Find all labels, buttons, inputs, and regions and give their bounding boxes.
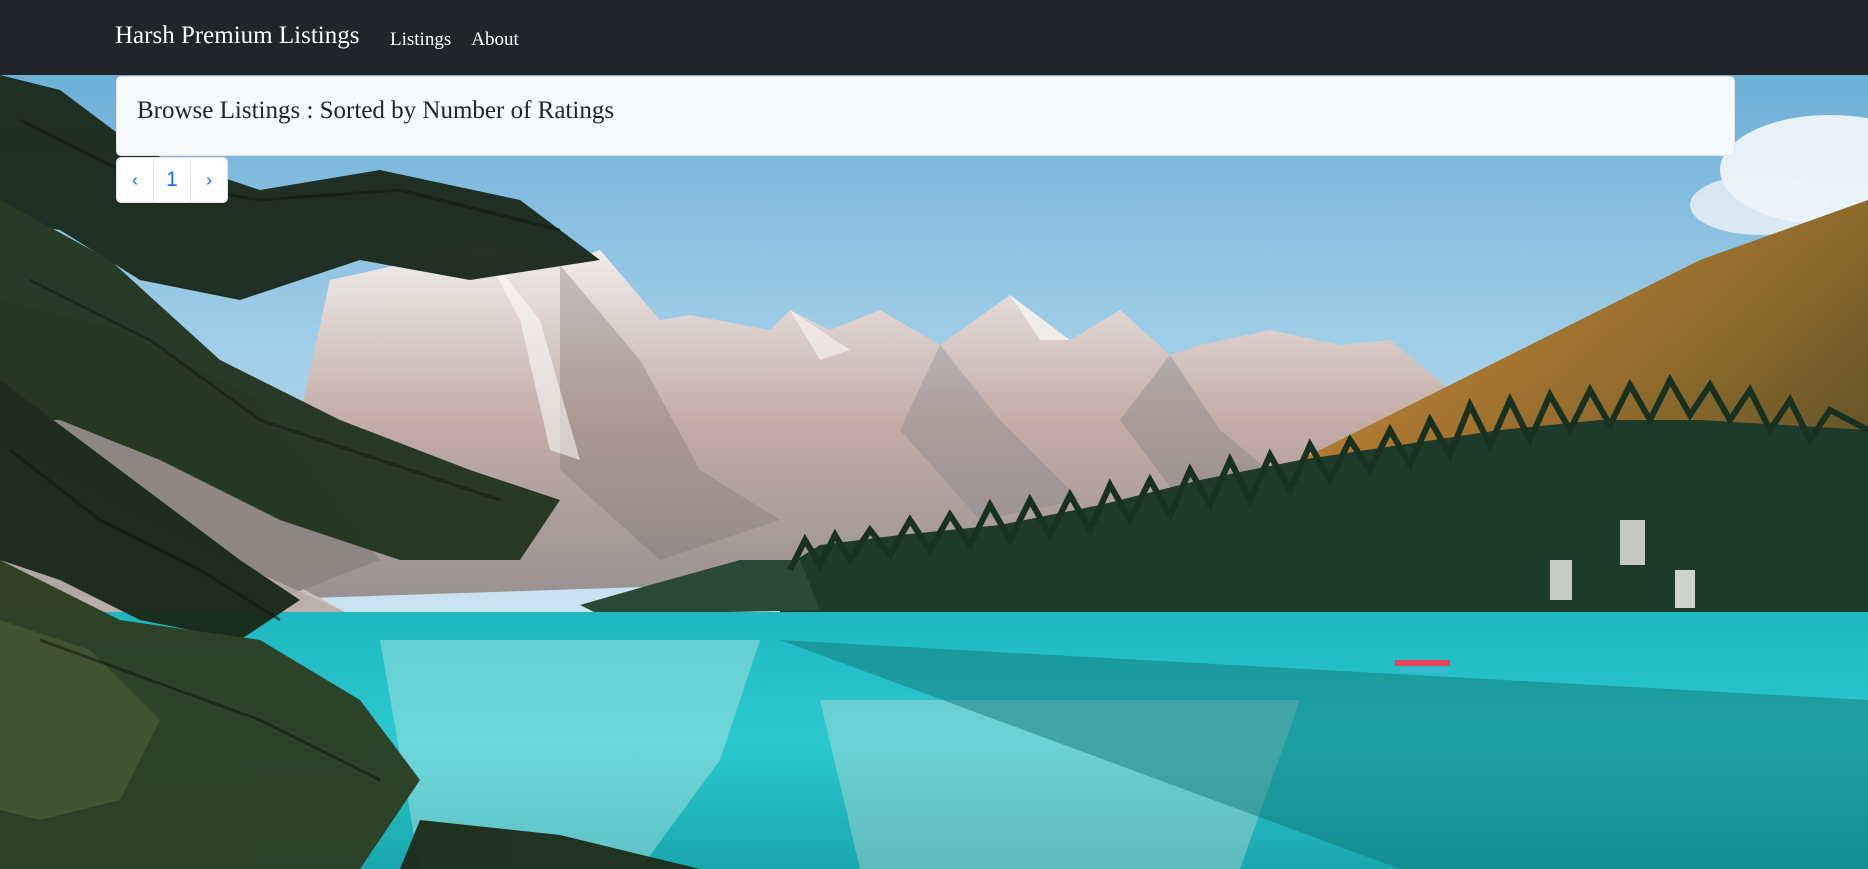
next-page-button[interactable]: ›	[190, 157, 228, 203]
page-1-button[interactable]: 1	[153, 157, 191, 203]
page-heading-card: Browse Listings : Sorted by Number of Ra…	[116, 76, 1735, 156]
pagination: ‹ 1 ›	[116, 157, 228, 203]
page: Harsh Premium Listings Listings About Br…	[0, 0, 1868, 869]
nav-link-listings[interactable]: Listings	[390, 29, 451, 51]
top-navbar: Harsh Premium Listings Listings About	[0, 0, 1868, 75]
nav-link-about[interactable]: About	[471, 29, 519, 51]
brand-link[interactable]: Harsh Premium Listings	[115, 22, 359, 50]
prev-page-button[interactable]: ‹	[116, 157, 154, 203]
nav-links: Listings About	[390, 29, 519, 51]
page-title: Browse Listings : Sorted by Number of Ra…	[137, 97, 615, 124]
